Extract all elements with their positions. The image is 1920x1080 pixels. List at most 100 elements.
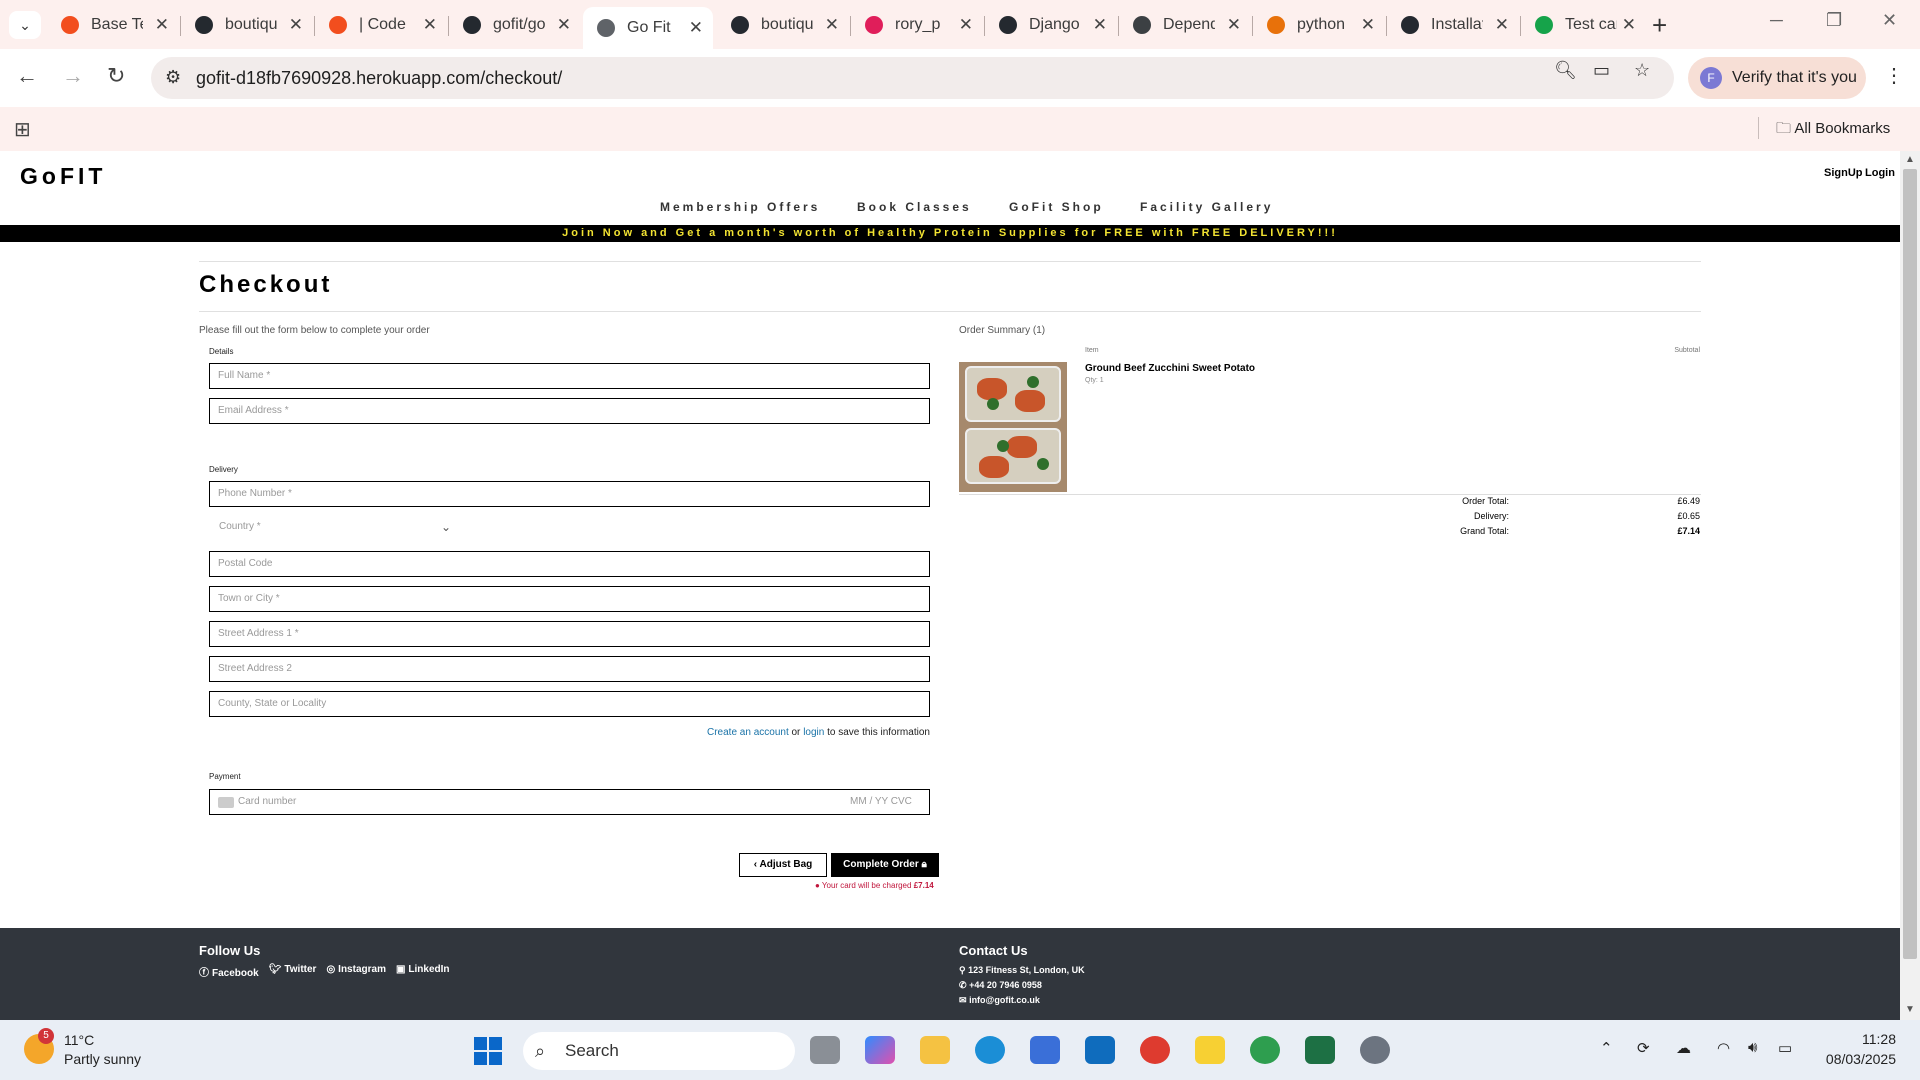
battery-icon[interactable]: ▭ [1778, 1039, 1792, 1057]
close-icon[interactable]: ✕ [289, 15, 303, 35]
sticky-notes-icon[interactable] [1195, 1036, 1225, 1064]
close-icon[interactable]: ✕ [1361, 15, 1375, 35]
site-logo[interactable]: GoFIT [20, 163, 106, 190]
start-button[interactable] [474, 1037, 502, 1065]
weather-description[interactable]: Partly sunny [64, 1051, 141, 1067]
sync-icon[interactable]: ⟳ [1637, 1039, 1650, 1057]
scrollbar-thumb[interactable] [1903, 169, 1917, 959]
facebook-link[interactable]: ⓕ Facebook [199, 964, 259, 979]
save-info-suffix: to save this information [827, 727, 930, 738]
instagram-link[interactable]: ◎ Instagram [326, 964, 386, 979]
forward-button[interactable]: → [62, 63, 84, 89]
postal-code-input[interactable]: Postal Code [209, 551, 930, 577]
linkedin-link[interactable]: ▣ LinkedIn [396, 964, 450, 979]
scroll-down-icon[interactable]: ▼ [1905, 1004, 1915, 1015]
twitter-label: Twitter [284, 964, 317, 975]
county-input[interactable]: County, State or Locality [209, 691, 930, 717]
signup-link[interactable]: SignUp [1824, 167, 1863, 179]
profile-button[interactable]: F Verify that it's you [1688, 57, 1866, 99]
complete-order-button[interactable]: Complete Order 🔒︎ [831, 853, 939, 877]
close-icon[interactable]: ✕ [1622, 15, 1636, 35]
tab-5[interactable]: Go Fit ✕ [583, 7, 713, 49]
chrome-icon[interactable] [1140, 1036, 1170, 1064]
nav-membership-offers[interactable]: Membership Offers [660, 200, 820, 214]
all-bookmarks-button[interactable]: 🗀 All Bookmarks [1776, 118, 1890, 143]
tab-12[interactable]: Test cards ✕ [1521, 7, 1646, 43]
close-icon[interactable]: ✕ [1227, 15, 1241, 35]
menu-icon[interactable]: ⋮ [1884, 63, 1904, 88]
store-icon[interactable] [1030, 1036, 1060, 1064]
close-icon[interactable]: ✕ [825, 15, 839, 35]
close-icon[interactable]: ✕ [423, 15, 437, 35]
clock-date[interactable]: 08/03/2025 [1806, 1051, 1896, 1067]
chevron-up-icon[interactable]: ⌃ [1600, 1039, 1613, 1057]
contact-email[interactable]: ✉ info@gofit.co.uk [959, 995, 1040, 1006]
adjust-bag-button[interactable]: ‹ Adjust Bag [739, 853, 827, 877]
address-bar[interactable]: ⚙ gofit-d18fb7690928.herokuapp.com/check… [151, 57, 1674, 99]
nav-book-classes[interactable]: Book Classes [857, 200, 972, 214]
tab-1[interactable]: Base Template ✕ [47, 7, 179, 43]
nav-gofit-shop[interactable]: GoFit Shop [1009, 200, 1104, 214]
tab-search-button[interactable]: ⌄ [9, 11, 41, 39]
tab-8[interactable]: Django ✕ [985, 7, 1117, 43]
task-view-icon[interactable] [810, 1036, 840, 1064]
twitter-link[interactable]: 🐦︎ Twitter [269, 964, 317, 979]
zoom-icon[interactable]: 🔍︎ [1554, 60, 1577, 81]
weather-temperature[interactable]: 11°C [64, 1032, 94, 1048]
tab-6[interactable]: boutique-ado ✕ [717, 7, 849, 43]
onedrive-icon[interactable]: ☁ [1676, 1039, 1691, 1057]
email-input[interactable]: Email Address * [209, 398, 930, 424]
settings-icon[interactable] [1360, 1036, 1390, 1064]
tab-2[interactable]: boutique-ado ✕ [181, 7, 313, 43]
phone-input[interactable]: Phone Number * [209, 481, 930, 507]
product-image[interactable] [959, 362, 1067, 492]
back-button[interactable]: ← [16, 63, 38, 89]
wifi-icon[interactable]: ◠ [1717, 1039, 1730, 1057]
url-text[interactable]: gofit-d18fb7690928.herokuapp.com/checkou… [196, 68, 562, 89]
create-account-link[interactable]: Create an account [707, 727, 789, 738]
tab-3[interactable]: | Code Institute ✕ [315, 7, 447, 43]
apps-grid-icon[interactable]: ⊞ [14, 117, 31, 142]
card-icon[interactable]: ▭ [1593, 60, 1610, 81]
full-name-input[interactable]: Full Name * [209, 363, 930, 389]
minimize-button[interactable]: ─ [1770, 10, 1783, 31]
tab-10[interactable]: python ✕ [1253, 7, 1385, 43]
card-number-input[interactable]: Card number MM / YY CVC [209, 789, 930, 815]
reload-button[interactable]: ↻ [107, 63, 125, 89]
taskbar-search[interactable]: ⌕ Search [523, 1032, 795, 1070]
login-link[interactable]: Login [1865, 167, 1895, 179]
site-info-icon[interactable]: ⚙ [165, 67, 181, 88]
close-window-button[interactable]: ✕ [1882, 10, 1897, 31]
star-icon[interactable]: ☆ [1634, 60, 1650, 81]
edge-icon[interactable] [975, 1036, 1005, 1064]
close-icon[interactable]: ✕ [1495, 15, 1509, 35]
outlook-icon[interactable] [1085, 1036, 1115, 1064]
close-icon[interactable]: ✕ [689, 18, 703, 38]
restore-button[interactable]: ❐ [1826, 10, 1842, 31]
clock-time[interactable]: 11:28 [1836, 1031, 1896, 1047]
new-tab-button[interactable]: + [1652, 10, 1667, 41]
close-icon[interactable]: ✕ [1093, 15, 1107, 35]
copilot-icon[interactable] [865, 1036, 895, 1064]
tab-4[interactable]: gofit/gofit ✕ [449, 7, 581, 43]
chrome-profile-icon[interactable] [1250, 1036, 1280, 1064]
close-icon[interactable]: ✕ [557, 15, 571, 35]
excel-icon[interactable] [1305, 1036, 1335, 1064]
tab-11[interactable]: Installation ✕ [1387, 7, 1519, 43]
close-icon[interactable]: ✕ [155, 15, 169, 35]
nav-facility-gallery[interactable]: Facility Gallery [1140, 200, 1273, 214]
scroll-up-icon[interactable]: ▲ [1905, 154, 1915, 165]
file-explorer-icon[interactable] [920, 1036, 950, 1064]
country-select[interactable]: Country * ⌄ [209, 514, 460, 540]
town-city-input[interactable]: Town or City * [209, 586, 930, 612]
page-scrollbar[interactable]: ▲ ▼ [1900, 151, 1920, 1020]
tab-favicon-icon [1267, 16, 1285, 34]
divider [199, 311, 1701, 312]
login-link[interactable]: login [803, 727, 824, 738]
close-icon[interactable]: ✕ [959, 15, 973, 35]
street-address-2-input[interactable]: Street Address 2 [209, 656, 930, 682]
volume-icon[interactable]: 🔊︎ [1748, 1039, 1757, 1056]
street-address-1-input[interactable]: Street Address 1 * [209, 621, 930, 647]
tab-7[interactable]: rory_p ✕ [851, 7, 983, 43]
tab-9[interactable]: Dependencies ✕ [1119, 7, 1251, 43]
